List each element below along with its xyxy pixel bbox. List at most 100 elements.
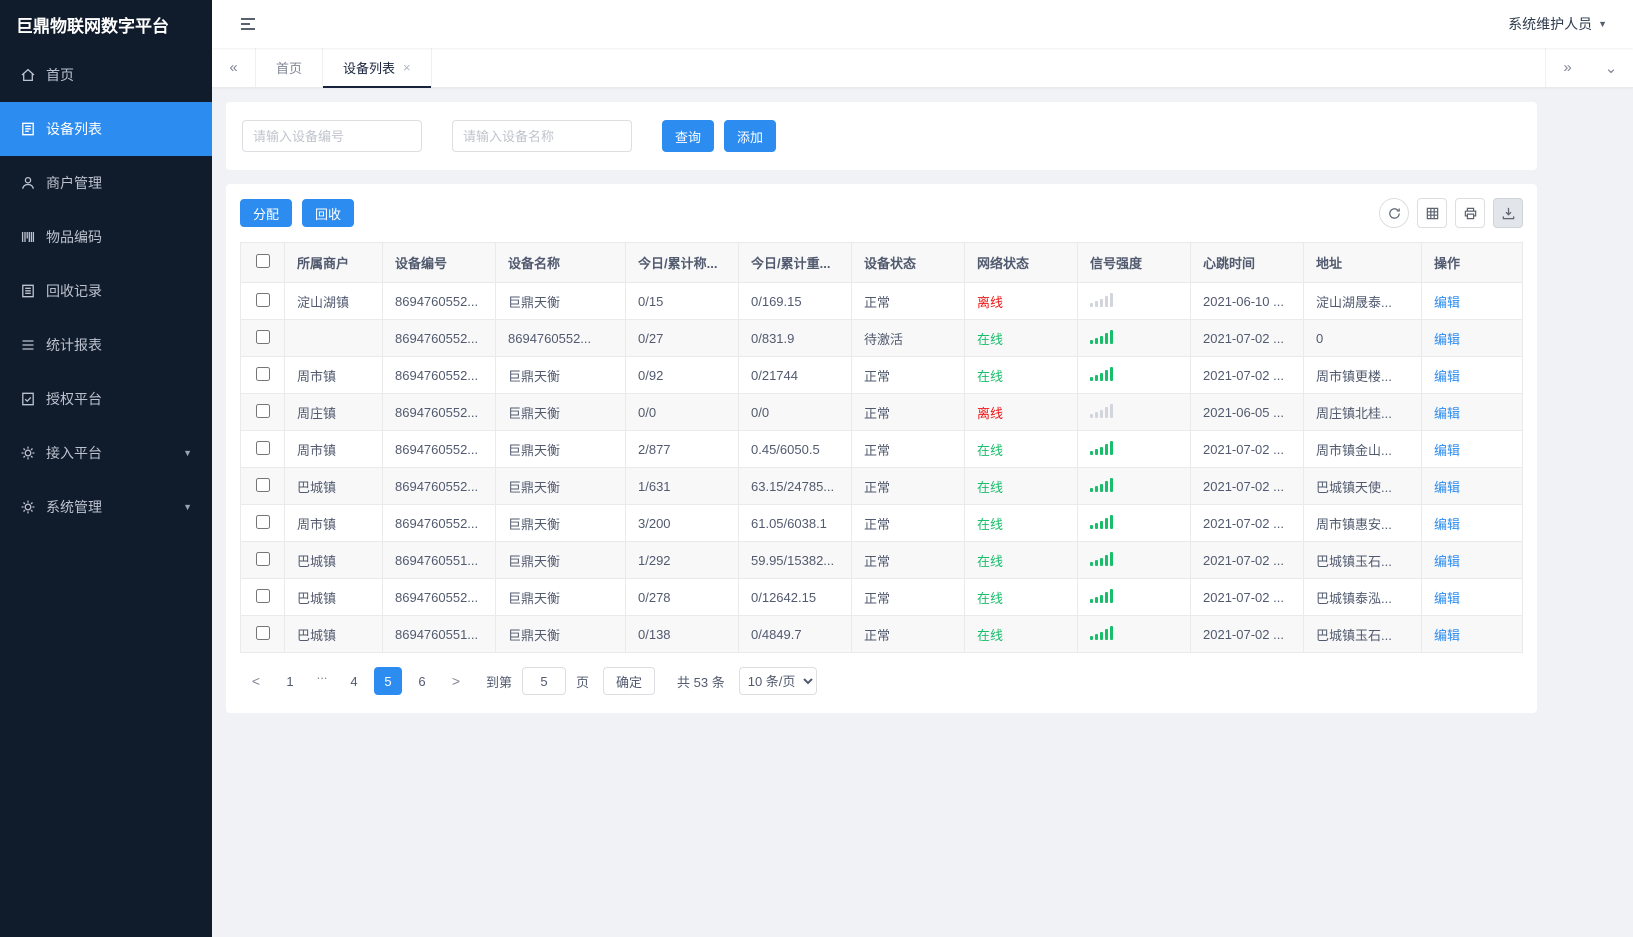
sidebar-item-6[interactable]: 授权平台 (0, 372, 212, 426)
cell-address: 巴城镇泰泓... (1303, 578, 1422, 616)
row-checkbox[interactable] (255, 403, 270, 418)
select-all-checkbox[interactable] (255, 254, 270, 268)
sidebar-item-0[interactable]: 首页 (0, 48, 212, 102)
page-button-5[interactable]: 5 (374, 667, 402, 695)
cell-device-name: 巨鼎天衡 (495, 430, 626, 468)
sidebar-item-8[interactable]: 系统管理 ▼ (0, 480, 212, 534)
sidebar-item-4[interactable]: 回收记录 (0, 264, 212, 318)
row-checkbox[interactable] (255, 551, 270, 566)
row-checkbox[interactable] (255, 514, 270, 529)
cell-device-no: 8694760552... (382, 504, 496, 542)
cell-merchant: 周市镇 (284, 356, 383, 394)
cell-address: 巴城镇玉石... (1303, 615, 1422, 653)
report-icon (20, 337, 36, 353)
column-header: 操作 (1421, 242, 1523, 283)
row-select-cell (240, 430, 285, 468)
row-checkbox[interactable] (255, 440, 270, 455)
user-menu[interactable]: 系统维护人员 ▼ (1508, 14, 1607, 34)
network-status-badge: 在线 (977, 479, 1004, 495)
cell-device-status: 正常 (851, 578, 965, 616)
column-header: 设备状态 (851, 242, 965, 283)
tab-label: 设备列表 (343, 61, 396, 76)
cell-device-status: 正常 (851, 282, 965, 320)
sidebar-item-2[interactable]: 商户管理 (0, 156, 212, 210)
tabs-dropdown-icon[interactable]: ⌄ (1589, 48, 1633, 87)
sidebar-item-3[interactable]: 物品编码 (0, 210, 212, 264)
assign-button[interactable]: 分配 (240, 199, 293, 227)
row-select-cell (240, 393, 285, 431)
cell-device-status: 正常 (851, 430, 965, 468)
sidebar: 巨鼎物联网数字平台 首页 设备列表 商户管理 物品编码 回收记录 统计报表 授权平台 接入平台… (0, 0, 212, 937)
cell-device-status: 正常 (851, 504, 965, 542)
tabs-scroll-left-icon[interactable]: « (212, 48, 256, 87)
tabs-scroll-right-icon[interactable]: » (1545, 48, 1589, 87)
edit-link[interactable]: 编辑 (1434, 406, 1460, 421)
cell-merchant (284, 319, 383, 357)
row-checkbox[interactable] (255, 625, 270, 640)
cell-today-weight: 0/169.15 (738, 282, 852, 320)
cell-today-count: 1/631 (625, 467, 739, 505)
goto-confirm-button[interactable]: 确定 (603, 667, 656, 695)
recycle-button[interactable]: 回收 (302, 199, 355, 227)
device-no-input[interactable] (242, 120, 422, 152)
sidebar-item-label: 授权平台 (46, 391, 102, 407)
prev-page-icon[interactable]: < (242, 667, 270, 695)
page-size-select[interactable]: 10 条/页 (738, 667, 817, 695)
goto-page-input[interactable] (522, 667, 567, 695)
edit-link[interactable]: 编辑 (1434, 480, 1460, 495)
page-button-6[interactable]: 6 (408, 667, 436, 695)
edit-link[interactable]: 编辑 (1434, 332, 1460, 347)
cell-heartbeat: 2021-06-05 ... (1190, 393, 1304, 431)
column-settings-icon[interactable] (1417, 198, 1447, 228)
cell-device-name: 巨鼎天衡 (495, 393, 626, 431)
sidebar-item-1[interactable]: 设备列表 (0, 102, 212, 156)
edit-link[interactable]: 编辑 (1434, 295, 1460, 310)
row-checkbox[interactable] (255, 292, 270, 307)
cell-today-count: 0/138 (625, 615, 739, 653)
edit-link[interactable]: 编辑 (1434, 554, 1460, 569)
edit-link[interactable]: 编辑 (1434, 443, 1460, 458)
cell-device-status: 待激活 (851, 319, 965, 357)
row-checkbox[interactable] (255, 329, 270, 344)
signal-strength-icon (1090, 292, 1113, 307)
cell-today-weight: 0.45/6050.5 (738, 430, 852, 468)
tab-item[interactable]: 设备列表 × (323, 48, 432, 88)
refresh-icon[interactable] (1379, 198, 1409, 228)
cell-network-status: 在线 (964, 504, 1078, 542)
cell-actions: 编辑 (1421, 393, 1523, 431)
page-button-1[interactable]: 1 (276, 667, 304, 695)
sidebar-toggle-icon[interactable] (234, 10, 262, 38)
edit-link[interactable]: 编辑 (1434, 369, 1460, 384)
export-icon[interactable] (1493, 198, 1523, 228)
print-icon[interactable] (1455, 198, 1485, 228)
device-name-input[interactable] (452, 120, 632, 152)
table-row: 周庄镇 8694760552... 巨鼎天衡 0/0 0/0 正常 离线 2021-06-05… (240, 393, 1523, 431)
row-select-cell (240, 615, 285, 653)
cell-actions: 编辑 (1421, 356, 1523, 394)
cell-actions: 编辑 (1421, 541, 1523, 579)
access-platform-icon (20, 445, 36, 461)
page-button-4[interactable]: 4 (340, 667, 368, 695)
device-table-panel: 分配 回收 所属商户 设备编号 设备名称 今日/累计称... 今日/累计重...… (226, 184, 1537, 713)
tab-item[interactable]: 首页 (256, 48, 324, 87)
sidebar-item-label: 接入平台 (46, 445, 102, 461)
main-column: 系统维护人员 ▼ « 首页 设备列表 × » ⌄ 查询 添加 分配 回收 (212, 0, 1633, 937)
edit-link[interactable]: 编辑 (1434, 517, 1460, 532)
row-checkbox[interactable] (255, 477, 270, 492)
cell-heartbeat: 2021-07-02 ... (1190, 467, 1304, 505)
row-checkbox[interactable] (255, 588, 270, 603)
edit-link[interactable]: 编辑 (1434, 628, 1460, 643)
sidebar-item-5[interactable]: 统计报表 (0, 318, 212, 372)
cell-today-weight: 0/21744 (738, 356, 852, 394)
edit-link[interactable]: 编辑 (1434, 591, 1460, 606)
cell-address: 巴城镇天使... (1303, 467, 1422, 505)
sidebar-item-7[interactable]: 接入平台 ▼ (0, 426, 212, 480)
row-checkbox[interactable] (255, 366, 270, 381)
next-page-icon[interactable]: > (442, 667, 470, 695)
cell-device-name: 8694760552... (495, 319, 626, 357)
query-button[interactable]: 查询 (662, 120, 715, 152)
tab-close-icon[interactable]: × (403, 61, 411, 74)
sidebar-item-label: 首页 (46, 67, 74, 83)
add-button[interactable]: 添加 (724, 120, 777, 152)
cell-today-count: 0/0 (625, 393, 739, 431)
